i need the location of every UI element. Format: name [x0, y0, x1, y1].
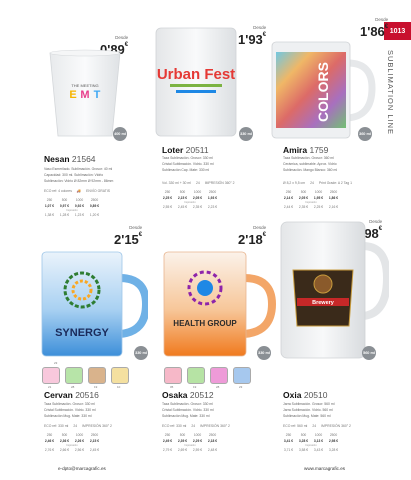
- amira-icons: Ø 8,2 x 9,5 cm 24 Print Grade: A 2 Tag 1: [283, 181, 352, 185]
- color-swatch-green[interactable]: [187, 367, 205, 384]
- swatch-code: 21: [48, 385, 52, 389]
- amira-logo-text: COLORS: [315, 62, 331, 122]
- osaka-icons: ECO ref: 330 ml 24 IMPRESIÓN 360° 2: [162, 424, 230, 428]
- swatch-code: 19: [94, 385, 98, 389]
- color-swatch-brown[interactable]: [88, 367, 106, 384]
- swatch-code: 19: [193, 385, 197, 389]
- product-name-oxia: Oxia 20510: [283, 390, 328, 400]
- nesan-price-table: 250 500 1000 2500 1,07 €0,97 €0,92 €0,89 € …: [44, 198, 100, 217]
- amira-specs: Taza Sublimación. Grosor: 360 ml Cerámica…: [283, 156, 338, 172]
- swatch-code: 10: [117, 385, 121, 389]
- footer-website[interactable]: www.marcagrafic.es: [304, 466, 345, 471]
- price-amira: Desde 1'86€: [360, 17, 389, 39]
- loter-mug-image: Urban Fest: [155, 27, 237, 137]
- nesan-logo-text: THE MEETING: [71, 83, 98, 88]
- capacity-badge: 360 ml: [358, 127, 372, 141]
- cervan-specs: Taza Sublimación. Grosor: 330 ml Cristal …: [44, 402, 96, 418]
- osaka-price-table: 250 500 1000 2500 2,49 €2,39 €2,29 €2,18 € …: [162, 433, 218, 452]
- capacity-badge: 330 ml: [257, 346, 271, 360]
- product-name-nesan: Nesan 21564: [44, 154, 96, 164]
- product-name-loter: Loter 20511: [162, 145, 209, 155]
- color-swatch-pink[interactable]: [164, 367, 182, 384]
- color-swatch-pink[interactable]: [42, 367, 60, 384]
- swatch-code: 28: [216, 385, 220, 389]
- capacity-badge: 330 ml: [134, 346, 148, 360]
- cervan-price-table: 250 500 1000 2500 2,46 €2,36 €2,26 €2,15 € …: [44, 433, 100, 452]
- loter-price-table: 250 500 1000 2500 2,25 €2,15 €2,05 €1,93 € …: [162, 190, 218, 209]
- svg-text:M: M: [80, 89, 89, 101]
- price-osaka: Desde 2'18€: [238, 225, 267, 247]
- oxia-jar-image: Brewery: [280, 221, 389, 359]
- svg-text:T: T: [94, 89, 101, 101]
- loter-icons: Vol. 330 ml + 30 ml 24 IMPRESIÓN 360° 2: [162, 181, 235, 185]
- price-cervan: Desde 2'15€: [114, 225, 143, 247]
- cervan-icons: ECO ref: 330 ml 24 IMPRESIÓN 360° 2: [44, 424, 112, 428]
- cervan-mug-image: SYNERGY: [41, 251, 148, 357]
- oxia-price-table: 250 500 1000 2500 3,41 €3,28 €3,13 €2,98 € …: [283, 433, 339, 452]
- product-name-osaka: Osaka 20512: [162, 390, 214, 400]
- osaka-specs: Taza Sublimación. Grosor: 330 ml Cristal …: [162, 402, 214, 418]
- oxia-icons: ECO ref: 560 ml 24 IMPRESIÓN 360° 2: [283, 424, 351, 428]
- product-name-amira: Amira 1759: [283, 145, 329, 155]
- amira-price-table: 250 500 1000 2500 2,14 €2,05 €1,95 €1,86 € …: [283, 190, 339, 209]
- nesan-specs: Vaso Esmerilado. Sublimación. Grosor: 40…: [44, 167, 114, 183]
- amira-mug-image: COLORS: [271, 41, 376, 139]
- color-swatch-magenta[interactable]: [210, 367, 228, 384]
- loter-logo-text: Urban Fest: [157, 66, 235, 83]
- color-swatch-green[interactable]: [65, 367, 83, 384]
- osaka-mug-image: HEALTH GROUP: [163, 251, 276, 357]
- swatch-code: 28: [71, 385, 75, 389]
- capacity-badge: 560 ml: [362, 346, 376, 360]
- swatch-code: 23: [239, 385, 243, 389]
- swatch-code: 05: [170, 385, 174, 389]
- product-name-cervan: Cervan 20516: [44, 390, 99, 400]
- footer-email[interactable]: e-dpto@marcagrafic.es: [58, 466, 106, 471]
- color-swatch-blue[interactable]: [233, 367, 251, 384]
- oxia-specs: Jarra Sublimación. Grosor: 560 ml Jarra S…: [283, 402, 335, 418]
- truck-icon: 🚚: [76, 189, 82, 193]
- svg-text:E: E: [69, 89, 76, 101]
- cervan-logo-text: SYNERGY: [55, 327, 109, 339]
- oxia-logo-text: Brewery: [312, 300, 335, 306]
- color-swatch-yellow[interactable]: [111, 367, 129, 384]
- swatch-code: 23: [54, 361, 58, 365]
- loter-specs: Taza Sublimación. Grosor: 330 ml Cristal …: [162, 156, 214, 172]
- osaka-logo-text: HEALTH GROUP: [173, 319, 237, 328]
- capacity-badge: 400 ml: [113, 127, 127, 141]
- section-title: SUBLIMATION LINE: [386, 50, 395, 136]
- nesan-icons: ECO ref: 4 colores 🚚 ENVÍO GRATIS: [44, 189, 110, 193]
- capacity-badge: 330 ml: [239, 127, 253, 141]
